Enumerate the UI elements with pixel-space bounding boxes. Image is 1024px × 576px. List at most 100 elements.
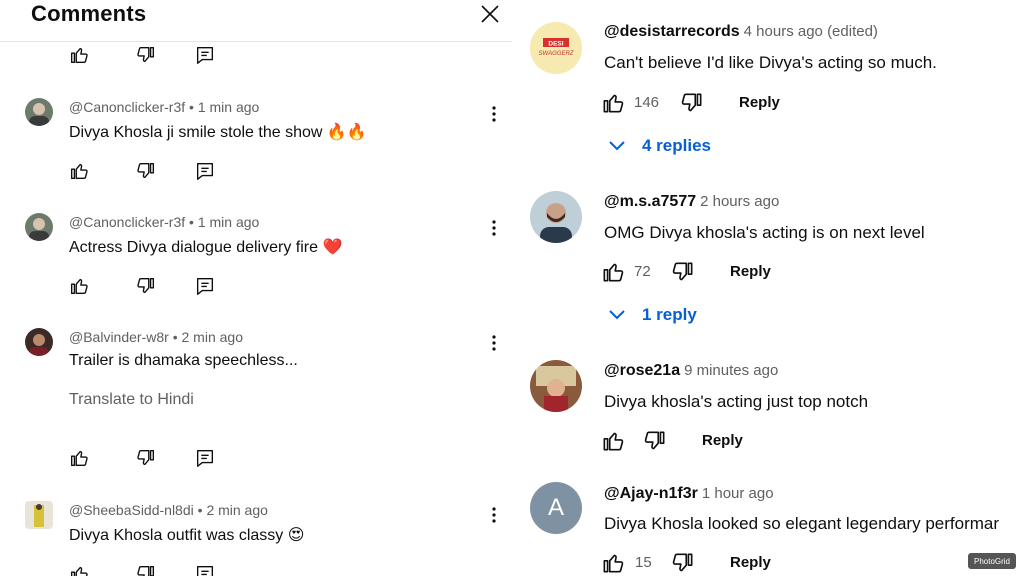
comment-text: Divya Khosla outfit was classy 😍 [69, 527, 305, 544]
dislike-button[interactable] [135, 160, 157, 182]
dislike-button[interactable] [135, 447, 157, 469]
comment-author[interactable]: @Ajay-n1f3r [604, 485, 698, 502]
more-options-button[interactable] [486, 333, 502, 353]
action-row-previous [0, 44, 512, 68]
comment-author[interactable]: @rose21a [604, 362, 680, 379]
comment-time: 4 hours ago (edited) [743, 23, 878, 40]
thumbs-down-icon [137, 46, 155, 63]
close-button[interactable] [478, 2, 502, 26]
comment-text: Actress Divya dialogue delivery fire ❤️ [69, 239, 343, 256]
comment-meta: @SheebaSidd-nl8di • 2 min ago [69, 502, 268, 518]
comment-author[interactable]: @m.s.a7577 [604, 193, 696, 210]
like-button[interactable] [600, 428, 626, 454]
like-button[interactable] [68, 160, 90, 182]
comment-icon [196, 449, 214, 467]
dislike-button[interactable] [135, 275, 157, 297]
like-button[interactable] [68, 563, 90, 576]
dislike-button[interactable] [642, 428, 668, 454]
thumbs-down-icon [681, 93, 702, 112]
avatar[interactable]: DESI SWAGGERZ [530, 22, 582, 74]
like-button[interactable] [68, 275, 90, 297]
thumbs-up-icon [70, 566, 88, 576]
avatar-logo-text: DESI [548, 41, 563, 48]
comment-meta: @desistarrecords 4 hours ago (edited) [604, 23, 878, 41]
avatar[interactable] [25, 213, 53, 241]
dislike-button[interactable] [670, 259, 696, 285]
thumbs-up-icon [603, 554, 624, 573]
thumbs-down-icon [672, 262, 693, 281]
like-button[interactable] [68, 447, 90, 469]
thumbs-up-icon [603, 432, 624, 451]
avatar[interactable]: A [530, 482, 582, 534]
like-button[interactable] [600, 259, 626, 285]
dislike-button[interactable] [670, 550, 696, 576]
more-vert-icon [492, 106, 496, 122]
more-options-button[interactable] [486, 505, 502, 525]
thumbs-up-icon [70, 47, 88, 64]
more-options-button[interactable] [486, 104, 502, 124]
comments-panel-right: DESI SWAGGERZ @desistarrecords 4 hours ag… [512, 0, 1024, 576]
comment-text: Can't believe I'd like Divya's acting so… [604, 53, 937, 72]
comments-title: Comments [31, 1, 147, 26]
thumbs-down-icon [644, 431, 665, 450]
avatar[interactable] [25, 501, 53, 529]
reply-button[interactable] [194, 447, 216, 469]
reply-button[interactable] [194, 160, 216, 182]
comment-meta: @Canonclicker-r3f • 1 min ago [69, 214, 260, 230]
comment-author[interactable]: @SheebaSidd-nl8di [69, 502, 194, 518]
like-count: 72 [634, 263, 651, 280]
comment-author[interactable]: @Balvinder-w8r [69, 329, 169, 345]
comment-time: 1 min ago [197, 214, 260, 230]
avatar[interactable] [25, 328, 53, 356]
view-replies-button[interactable]: 1 reply [608, 305, 697, 325]
avatar[interactable] [530, 360, 582, 412]
replies-count: 4 replies [642, 136, 711, 155]
reply-button[interactable]: Reply [730, 554, 771, 571]
comment-item: @Canonclicker-r3f • 1 min ago Actress Di… [0, 212, 512, 302]
dislike-button[interactable] [679, 90, 705, 116]
comment-text: Divya khosla's acting just top notch [604, 392, 869, 411]
comment-time: 2 min ago [181, 329, 243, 345]
translate-link[interactable]: Translate to Hindi [69, 391, 194, 409]
replies-count: 1 reply [642, 305, 697, 324]
avatar-letter: A [547, 494, 564, 521]
reply-button[interactable]: Reply [739, 94, 780, 111]
comment-meta: @m.s.a7577 2 hours ago [604, 193, 779, 211]
reply-button[interactable] [194, 563, 216, 576]
more-vert-icon [492, 335, 496, 351]
more-options-button[interactable] [486, 218, 502, 238]
chevron-down-icon [609, 141, 625, 151]
comment-icon [196, 277, 214, 295]
more-vert-icon [492, 507, 496, 523]
comment-author[interactable]: @Canonclicker-r3f [69, 99, 185, 115]
comment-icon [196, 565, 214, 576]
comment-author[interactable]: @Canonclicker-r3f [69, 214, 185, 230]
avatar[interactable] [25, 98, 53, 126]
comment-text: Divya Khosla ji smile stole the show 🔥🔥 [69, 124, 367, 141]
avatar[interactable] [530, 191, 582, 243]
comment-time: 1 hour ago [701, 485, 774, 502]
dislike-button[interactable] [135, 563, 157, 576]
view-replies-button[interactable]: 4 replies [608, 136, 711, 156]
comment-meta: @Balvinder-w8r • 2 min ago [69, 329, 243, 345]
comment-item: A @Ajay-n1f3r 1 hour ago Divya Khosla loo… [512, 480, 1024, 576]
reply-button[interactable]: Reply [702, 432, 743, 449]
close-icon [481, 5, 499, 23]
reply-button[interactable] [194, 275, 216, 297]
like-button[interactable] [600, 550, 626, 576]
dislike-button[interactable] [135, 44, 157, 66]
comment-time: 2 hours ago [700, 193, 780, 210]
thumbs-down-icon [137, 162, 155, 179]
reply-button[interactable]: Reply [730, 263, 771, 280]
like-button[interactable] [600, 90, 626, 116]
comment-meta: @Ajay-n1f3r 1 hour ago [604, 485, 774, 503]
reply-button[interactable] [194, 44, 216, 66]
comment-item: @Canonclicker-r3f • 1 min ago Divya Khos… [0, 96, 512, 186]
thumbs-up-icon [70, 163, 88, 180]
like-count: 15 [635, 554, 652, 571]
more-vert-icon [492, 220, 496, 236]
comment-author[interactable]: @desistarrecords [604, 23, 740, 40]
comment-time: 1 min ago [197, 99, 260, 115]
like-button[interactable] [68, 44, 90, 66]
chevron-down-icon [609, 310, 625, 320]
